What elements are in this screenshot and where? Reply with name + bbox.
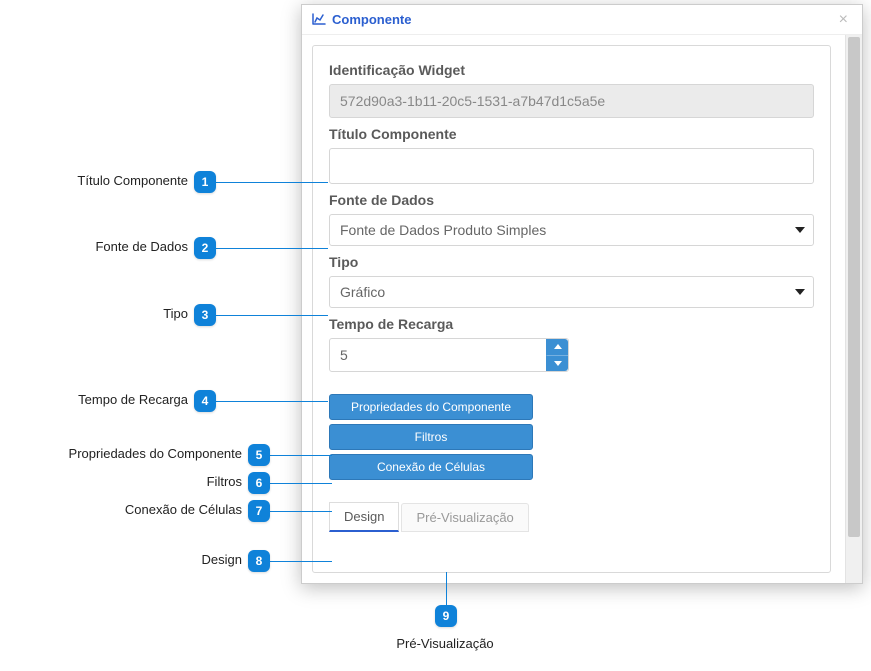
callout-2-label: Fonte de Dados: [0, 239, 188, 254]
recarga-value: 5: [340, 347, 348, 363]
widget-id-field: 572d90a3-1b11-20c5-1531-a7b47d1c5a5e: [329, 84, 814, 118]
callout-5-badge: 5: [248, 444, 270, 466]
tipo-select-value: Gráfico: [340, 284, 385, 300]
recarga-stepper[interactable]: 5: [329, 338, 569, 372]
tipo-select[interactable]: Gráfico: [329, 276, 814, 308]
callout-5-line: [270, 455, 332, 456]
tab-preview[interactable]: Pré-Visualização: [401, 503, 528, 532]
titulo-input[interactable]: [329, 148, 814, 184]
scrollbar-thumb[interactable]: [848, 37, 860, 537]
callout-6-line: [270, 483, 332, 484]
tipo-label: Tipo: [329, 254, 814, 270]
component-modal: Componente × Identificação Widget 572d90…: [301, 4, 863, 584]
callout-1-line: [216, 182, 328, 183]
callout-8-line: [270, 561, 332, 562]
callout-9-line: [446, 572, 447, 605]
callout-5-label: Propriedades do Componente: [0, 446, 242, 461]
callout-1-label: Título Componente: [0, 173, 188, 188]
button-stack: Propriedades do Componente Filtros Conex…: [329, 394, 533, 480]
titulo-label: Título Componente: [329, 126, 814, 142]
spinner-up-button[interactable]: [546, 339, 568, 356]
callout-4-line: [216, 401, 328, 402]
callout-9-label: Pré-Visualização: [380, 636, 510, 651]
tabs: Design Pré-Visualização: [329, 502, 814, 532]
chevron-down-icon: [554, 361, 562, 366]
widget-id-label: Identificação Widget: [329, 62, 814, 78]
scrollbar[interactable]: [845, 35, 862, 583]
callout-3-badge: 3: [194, 304, 216, 326]
filtros-button[interactable]: Filtros: [329, 424, 533, 450]
spinner-down-button[interactable]: [546, 356, 568, 372]
callout-8-badge: 8: [248, 550, 270, 572]
propriedades-button[interactable]: Propriedades do Componente: [329, 394, 533, 420]
callout-2-badge: 2: [194, 237, 216, 259]
modal-title: Componente: [332, 12, 835, 27]
callout-4-label: Tempo de Recarga: [0, 392, 188, 407]
close-icon[interactable]: ×: [835, 11, 852, 29]
callout-6-badge: 6: [248, 472, 270, 494]
callout-7-badge: 7: [248, 500, 270, 522]
fonte-select[interactable]: Fonte de Dados Produto Simples: [329, 214, 814, 246]
chart-icon: [312, 12, 326, 28]
callout-9-badge: 9: [435, 605, 457, 627]
fonte-select-value: Fonte de Dados Produto Simples: [340, 222, 546, 238]
modal-body: Identificação Widget 572d90a3-1b11-20c5-…: [302, 35, 845, 583]
form-panel: Identificação Widget 572d90a3-1b11-20c5-…: [312, 45, 831, 573]
chevron-down-icon: [795, 289, 805, 295]
modal-header: Componente ×: [302, 5, 862, 35]
chevron-up-icon: [554, 344, 562, 349]
chevron-down-icon: [795, 227, 805, 233]
recarga-label: Tempo de Recarga: [329, 316, 814, 332]
tab-design[interactable]: Design: [329, 502, 399, 532]
fonte-label: Fonte de Dados: [329, 192, 814, 208]
callout-3-line: [216, 315, 328, 316]
callout-4-badge: 4: [194, 390, 216, 412]
conexao-button[interactable]: Conexão de Células: [329, 454, 533, 480]
callout-1-badge: 1: [194, 171, 216, 193]
callout-7-line: [270, 511, 332, 512]
callout-7-label: Conexão de Células: [0, 502, 242, 517]
callout-2-line: [216, 248, 328, 249]
callout-8-label: Design: [0, 552, 242, 567]
callout-3-label: Tipo: [0, 306, 188, 321]
callout-6-label: Filtros: [0, 474, 242, 489]
